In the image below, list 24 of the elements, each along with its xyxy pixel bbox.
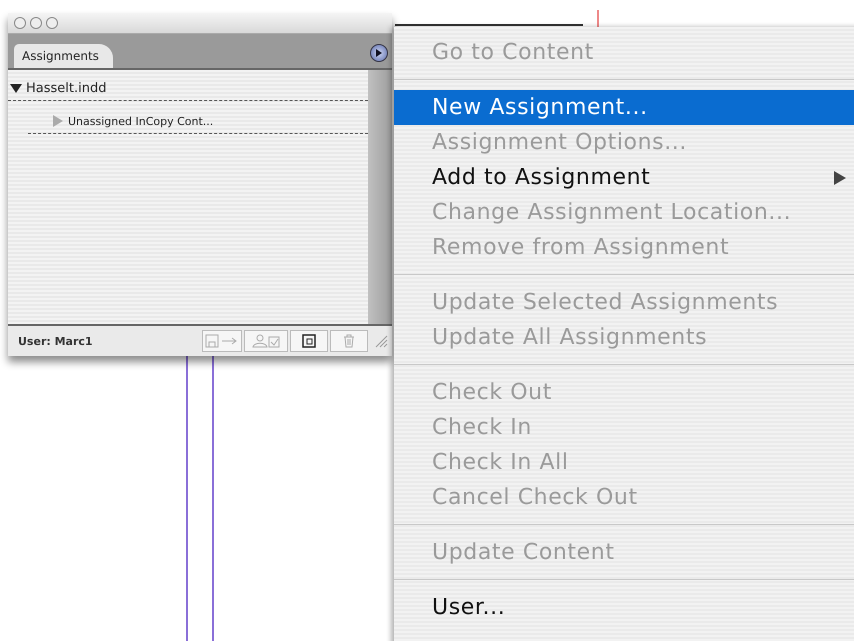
person-check-icon (251, 334, 281, 348)
submenu-arrow-icon (834, 170, 846, 184)
expanded-triangle-icon[interactable] (10, 82, 22, 94)
resize-grip-icon[interactable] (374, 334, 388, 348)
menu-item[interactable]: User... (394, 590, 854, 625)
menu-item[interactable]: Add to Assignment (394, 160, 854, 195)
trash-icon (343, 334, 355, 348)
play-triangle-icon (376, 49, 382, 57)
disk-arrow-icon (205, 334, 239, 348)
zoom-icon[interactable] (46, 17, 58, 29)
tree-label: Hasselt.indd (26, 80, 106, 96)
user-label: User: Marc1 (17, 334, 94, 348)
close-icon[interactable] (14, 17, 26, 29)
panel-tab[interactable]: Assignments (14, 44, 113, 68)
tree-row[interactable]: Hasselt.indd (8, 76, 368, 101)
menu-item[interactable]: New Assignment... (394, 90, 854, 125)
new-page-icon (302, 334, 316, 348)
minimize-icon[interactable] (30, 17, 42, 29)
tree-label: Unassigned InCopy Cont... (68, 114, 214, 128)
panel-menu-button[interactable] (370, 44, 388, 62)
scrollbar[interactable] (368, 70, 392, 324)
collapsed-triangle-icon[interactable] (52, 115, 64, 127)
footer-button[interactable] (290, 330, 328, 352)
guide-line (597, 10, 599, 27)
